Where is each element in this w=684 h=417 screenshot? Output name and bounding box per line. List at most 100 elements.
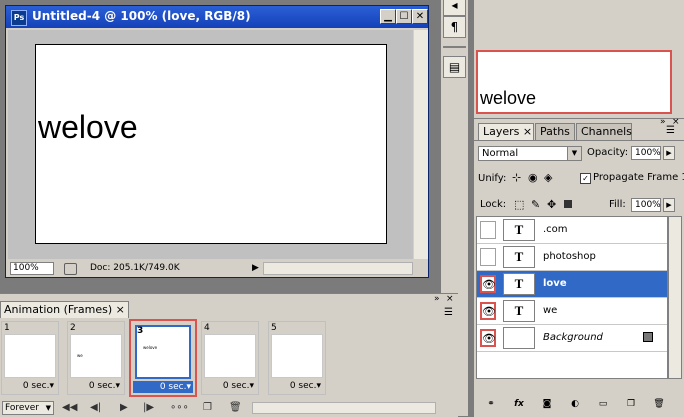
- paragraph-icon[interactable]: ¶: [443, 16, 466, 38]
- layer-row-photoshop[interactable]: T photoshop: [477, 244, 667, 271]
- tab-animation-label: Animation (Frames): [4, 303, 113, 316]
- animation-frame[interactable]: 5 0 sec.▾: [268, 321, 326, 395]
- lock-transparent-icon[interactable]: ⬚: [514, 198, 524, 211]
- frame-delay[interactable]: 0 sec.▾: [223, 381, 254, 391]
- maximize-button[interactable]: ☐: [396, 9, 412, 24]
- new-layer-icon[interactable]: ❐: [622, 396, 640, 412]
- blend-mode-value: Normal: [482, 148, 519, 159]
- animation-toolbar: Forever ▼ ◀◀ ◀| ▶ |▶ ∘∘∘ ❐ 🗑: [0, 400, 458, 416]
- frame-thumbnail: [271, 334, 323, 378]
- adjustment-icon[interactable]: ◐: [566, 396, 584, 412]
- tab-close-icon[interactable]: ×: [523, 125, 532, 138]
- panel-menu-icon[interactable]: ☰: [666, 125, 675, 136]
- animation-frame[interactable]: 2 we 0 sec.▾: [67, 321, 125, 395]
- frame-delay[interactable]: 0 sec.▾: [89, 381, 120, 391]
- frames-scrollbar[interactable]: [252, 402, 436, 414]
- link-icon[interactable]: ⚭: [482, 396, 500, 412]
- frame-delay[interactable]: 0 sec.▾: [23, 381, 54, 391]
- frame-content: we: [77, 353, 83, 358]
- layer-row-we[interactable]: 👁 T we: [477, 298, 667, 325]
- status-icon[interactable]: [64, 263, 77, 275]
- tool-icon[interactable]: ◂: [443, 0, 466, 16]
- background-thumbnail: [503, 327, 535, 349]
- photoshop-icon: Ps: [11, 10, 27, 26]
- tab-channels[interactable]: Channels: [576, 123, 632, 140]
- layer-row-love[interactable]: 👁 T love: [477, 271, 667, 298]
- tab-animation[interactable]: Animation (Frames) ×: [0, 301, 129, 318]
- trash-icon[interactable]: 🗑: [650, 396, 668, 412]
- mask-icon[interactable]: ◙: [538, 396, 556, 412]
- tween-icon[interactable]: ∘∘∘: [170, 401, 189, 415]
- unify-position-icon[interactable]: ⊹: [512, 171, 521, 184]
- frame-thumbnail: we: [70, 334, 122, 378]
- unify-style-icon[interactable]: ◈: [544, 171, 552, 184]
- blend-mode-select[interactable]: Normal ▼: [478, 146, 582, 161]
- tab-close-icon[interactable]: ×: [116, 303, 125, 316]
- notes-icon[interactable]: ▤: [443, 56, 466, 78]
- status-menu-arrow-icon[interactable]: ▶: [252, 263, 259, 273]
- layers-scrollbar[interactable]: [668, 216, 682, 379]
- layers-bottom-toolbar: ⚭ fx ◙ ◐ ▭ ❐ 🗑: [476, 394, 682, 414]
- fill-arrow-icon[interactable]: ▶: [663, 198, 675, 212]
- visibility-toggle[interactable]: [480, 221, 496, 239]
- text-layer-thumbnail: T: [503, 219, 535, 241]
- fx-icon[interactable]: fx: [510, 396, 528, 412]
- trash-icon[interactable]: 🗑: [229, 401, 242, 415]
- vertical-scrollbar[interactable]: [414, 30, 428, 259]
- frame-delay[interactable]: 0 sec.▾: [290, 381, 321, 391]
- eye-icon[interactable]: 👁: [480, 302, 496, 320]
- frame-delay[interactable]: 0 sec.▾: [160, 382, 191, 392]
- chevron-down-icon[interactable]: ▼: [567, 147, 581, 160]
- tab-layers[interactable]: Layers ×: [478, 123, 534, 140]
- opacity-arrow-icon[interactable]: ▶: [663, 146, 675, 160]
- animation-frame[interactable]: 4 0 sec.▾: [201, 321, 259, 395]
- fill-field[interactable]: 100%: [631, 198, 661, 212]
- minimize-button[interactable]: ▁: [380, 9, 396, 24]
- panel-collapse-icon[interactable]: »: [434, 294, 440, 304]
- loop-select[interactable]: Forever ▼: [2, 401, 54, 415]
- fill-label: Fill:: [609, 199, 626, 210]
- unify-visibility-icon[interactable]: ◉: [528, 171, 538, 184]
- document-window: Ps Untitled-4 @ 100% (love, RGB/8) ▁ ☐ ✕…: [5, 5, 429, 278]
- opacity-field[interactable]: 100%: [631, 146, 661, 160]
- lock-icon: [643, 332, 653, 342]
- animation-frame-selected[interactable]: welove 3 0 sec.▾: [129, 319, 197, 397]
- layer-row-com[interactable]: T .com: [477, 217, 667, 244]
- text-layer-thumbnail: T: [503, 246, 535, 268]
- preview-text: welove: [480, 88, 537, 108]
- panel-menu-icon[interactable]: ☰: [444, 307, 453, 318]
- divider: [474, 140, 684, 141]
- frame-number: 3: [137, 326, 144, 336]
- canvas[interactable]: welove: [35, 44, 387, 244]
- animation-frame[interactable]: 1 0 sec.▾: [1, 321, 59, 395]
- eye-icon[interactable]: 👁: [480, 329, 496, 347]
- animation-panel: » × Animation (Frames) × ☰ 1 0 sec.▾ 2 w…: [0, 293, 458, 417]
- folder-icon[interactable]: ▭: [594, 396, 612, 412]
- zoom-field[interactable]: 100%: [10, 262, 54, 275]
- play-icon[interactable]: ▶: [120, 401, 128, 415]
- horizontal-scrollbar[interactable]: [263, 262, 413, 275]
- layer-name: love: [543, 278, 567, 289]
- eye-icon[interactable]: 👁: [480, 275, 496, 293]
- lock-all-icon[interactable]: [564, 200, 572, 208]
- lock-position-icon[interactable]: ✥: [547, 198, 556, 211]
- previous-frame-icon[interactable]: ◀|: [90, 401, 101, 415]
- document-title-bar[interactable]: Ps Untitled-4 @ 100% (love, RGB/8) ▁ ☐ ✕: [6, 6, 428, 28]
- chevron-down-icon: ▼: [45, 404, 51, 412]
- duplicate-frame-icon[interactable]: ❐: [203, 401, 212, 415]
- document-title: Untitled-4 @ 100% (love, RGB/8): [32, 9, 251, 23]
- first-frame-icon[interactable]: ◀◀: [62, 401, 77, 415]
- close-button[interactable]: ✕: [412, 9, 428, 24]
- frame-number: 5: [271, 323, 277, 333]
- panel-collapse-icon[interactable]: »: [660, 117, 666, 127]
- layer-row-background[interactable]: 👁 Background: [477, 325, 667, 352]
- tab-paths[interactable]: Paths: [535, 123, 575, 140]
- lock-image-icon[interactable]: ✎: [531, 198, 540, 211]
- visibility-toggle[interactable]: [480, 248, 496, 266]
- next-frame-icon[interactable]: |▶: [143, 401, 154, 415]
- layer-name: Background: [543, 332, 603, 343]
- propagate-checkbox[interactable]: ✓: [580, 173, 591, 184]
- frame-number: 1: [4, 323, 10, 333]
- panel-close-icon[interactable]: ×: [446, 294, 454, 304]
- loop-value: Forever: [5, 403, 39, 413]
